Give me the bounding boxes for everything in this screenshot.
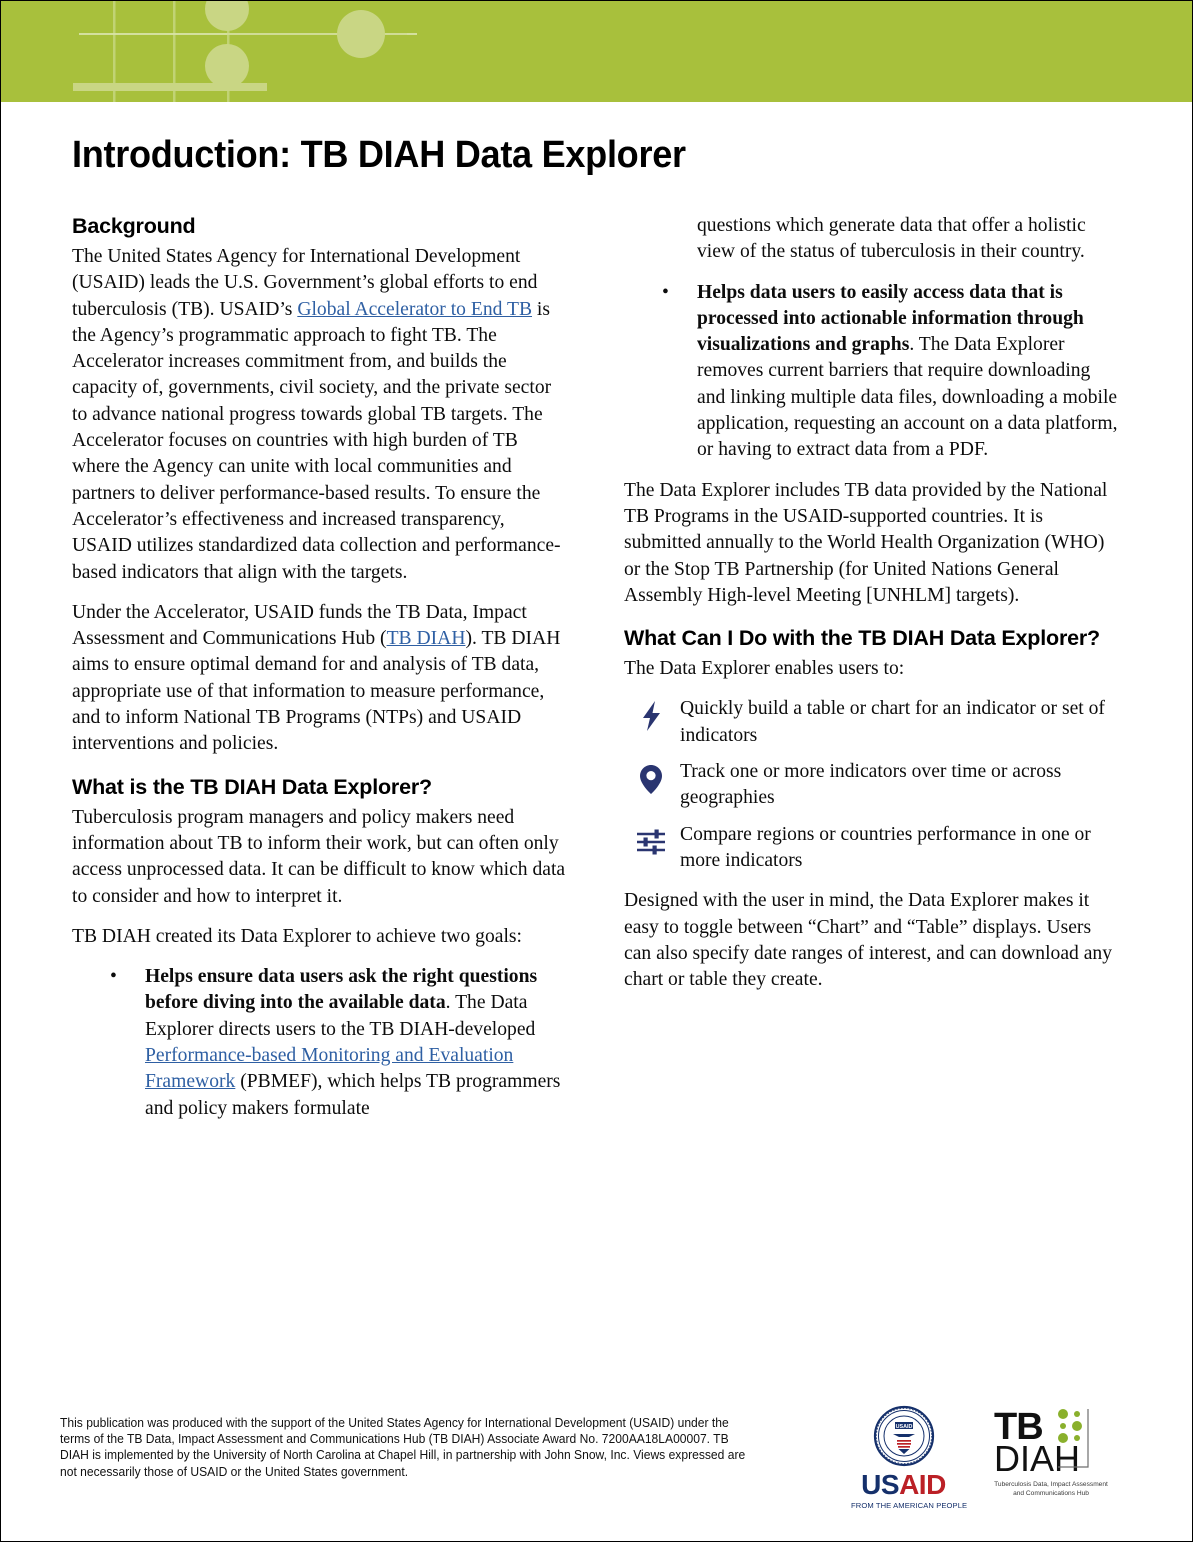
capability-label: Quickly build a table or chart for an in… bbox=[680, 698, 1105, 746]
usaid-seal-icon: USAID bbox=[873, 1405, 934, 1467]
heading-what-can-i-do: What Can I Do with the TB DIAH Data Expl… bbox=[624, 626, 1100, 651]
capabilities-icon-list: Quickly build a table or chart for an in… bbox=[624, 696, 1122, 874]
heading-background: Background bbox=[72, 214, 196, 238]
link-tb-diah[interactable]: TB DIAH bbox=[387, 628, 466, 649]
bullet-marker-icon: • bbox=[110, 966, 117, 988]
svg-text:DIAH: DIAH bbox=[994, 1438, 1080, 1477]
usaid-word-us: US bbox=[861, 1469, 900, 1500]
document-page: Introduction: TB DIAH Data Explorer Back… bbox=[0, 0, 1193, 1542]
tbdiah-tagline-line2: and Communications Hub bbox=[1013, 1490, 1089, 1497]
capability-label: Track one or more indicators over time o… bbox=[680, 761, 1062, 809]
heading-what-is-data-explorer: What is the TB DIAH Data Explorer? bbox=[72, 774, 432, 799]
link-global-accelerator[interactable]: Global Accelerator to End TB bbox=[297, 299, 532, 320]
bullet-item-easy-access: • Helps data users to easily access data … bbox=[624, 280, 1122, 464]
capability-item-build-table: Quickly build a table or chart for an in… bbox=[624, 696, 1122, 749]
usaid-logo: USAID USAID FROM THE AMERICAN PEOPLE bbox=[851, 1405, 968, 1510]
paragraph-data-sources: The Data Explorer includes TB data provi… bbox=[624, 479, 1108, 606]
paragraph-tb-diah: Under the Accelerator, USAID funds the T… bbox=[72, 600, 569, 758]
usaid-word-aid: AID bbox=[899, 1469, 946, 1500]
tbdiah-logo: TB DIAH Tuberculosis Data, Impact Assess… bbox=[992, 1405, 1110, 1498]
paragraph-two-goals: TB DIAH created its Data Explorer to ach… bbox=[72, 925, 522, 947]
right-column: questions which generate data that offer… bbox=[624, 213, 1122, 1136]
bullet-marker-icon: • bbox=[662, 281, 669, 303]
paragraph-program-managers: Tuberculosis program managers and policy… bbox=[72, 806, 566, 907]
tbdiah-mark-icon: TB DIAH bbox=[994, 1406, 1089, 1477]
tbdiah-tagline-line1: Tuberculosis Data, Impact Assessment bbox=[994, 1481, 1108, 1488]
left-column: Background The United States Agency for … bbox=[72, 213, 569, 1136]
sliders-icon bbox=[634, 825, 668, 859]
paragraph-usaid-accelerator: The United States Agency for Internation… bbox=[72, 244, 569, 586]
map-pin-icon bbox=[634, 762, 668, 796]
footer: This publication was produced with the s… bbox=[60, 1405, 1140, 1510]
lightning-bolt-icon bbox=[634, 699, 668, 733]
page-title: Introduction: TB DIAH Data Explorer bbox=[72, 134, 686, 176]
capability-item-track-indicators: Track one or more indicators over time o… bbox=[624, 759, 1122, 812]
para1-post: is the Agency’s programmatic approach to… bbox=[72, 298, 561, 583]
paragraph-continued-questions: questions which generate data that offer… bbox=[697, 215, 1086, 263]
paragraph-enables-users: The Data Explorer enables users to: bbox=[624, 658, 905, 680]
usaid-tagline: FROM THE AMERICAN PEOPLE bbox=[851, 1501, 968, 1510]
bullet-item-right-questions: • Helps ensure data users ask the right q… bbox=[72, 964, 569, 1122]
tbdiah-tagline: Tuberculosis Data, Impact Assessment and… bbox=[992, 1480, 1110, 1498]
two-column-body: Background The United States Agency for … bbox=[72, 213, 1122, 1136]
footer-disclaimer: This publication was produced with the s… bbox=[60, 1416, 746, 1479]
goals-bullet-list: • Helps ensure data users ask the right q… bbox=[72, 964, 569, 1122]
usaid-wordmark: USAID bbox=[851, 1470, 956, 1500]
svg-text:USAID: USAID bbox=[895, 1424, 912, 1430]
paragraph-designed-with-user: Designed with the user in mind, the Data… bbox=[624, 890, 1113, 991]
header-band bbox=[1, 1, 1192, 102]
capability-item-compare-regions: Compare regions or countries performance… bbox=[624, 822, 1122, 875]
goals-bullet-list-continued: • Helps data users to easily access data … bbox=[624, 280, 1122, 464]
footer-logos: USAID USAID FROM THE AMERICAN PEOPLE TB bbox=[851, 1405, 1110, 1510]
header-decoration-graphic bbox=[73, 1, 417, 102]
capability-label: Compare regions or countries performance… bbox=[680, 823, 1091, 871]
